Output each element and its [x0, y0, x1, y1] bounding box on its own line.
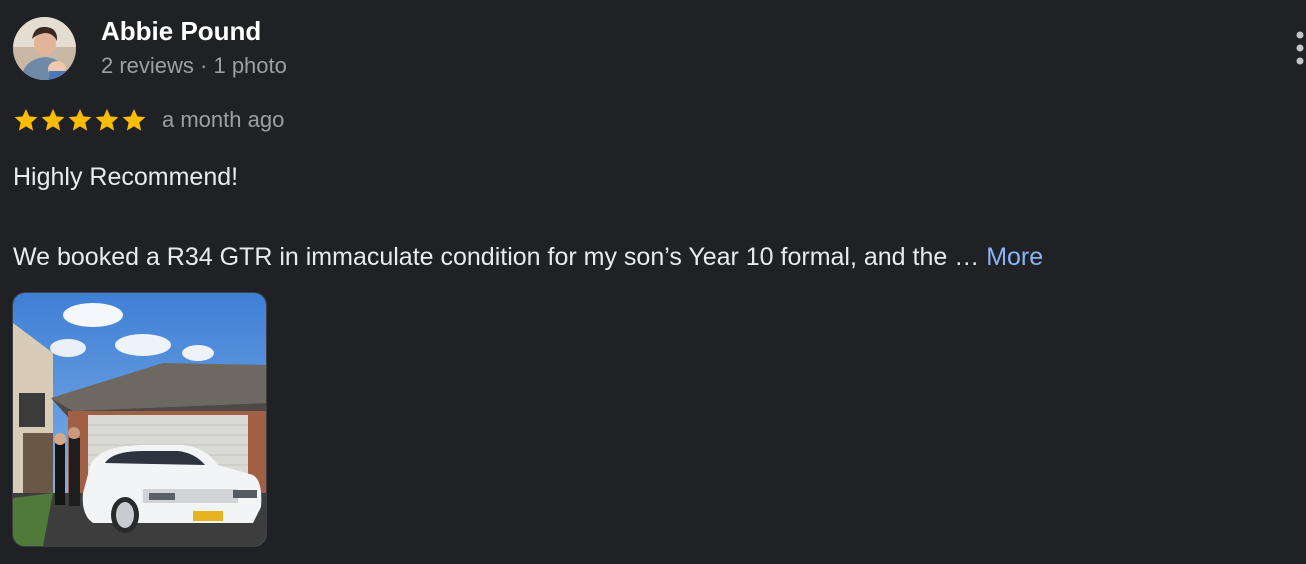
review-card: Abbie Pound 2 reviews · 1 photo a month …: [0, 0, 1306, 564]
car-photo: [13, 293, 266, 546]
review-photo[interactable]: [13, 293, 266, 546]
avatar-photo: [13, 17, 76, 80]
more-options-button[interactable]: [1286, 30, 1306, 70]
reviewer-avatar[interactable]: [13, 17, 76, 80]
star-icon: [68, 108, 92, 131]
star-icon: [14, 108, 38, 131]
review-body: We booked a R34 GTR in immaculate condit…: [13, 243, 1043, 272]
star-icon: [122, 108, 146, 131]
reviewer-name[interactable]: Abbie Pound: [101, 16, 261, 47]
review-text: We booked a R34 GTR in immaculate condit…: [13, 243, 980, 271]
more-link[interactable]: More: [986, 243, 1043, 271]
star-rating: [13, 107, 147, 133]
star-icon: [95, 108, 119, 131]
reviewer-meta: 2 reviews · 1 photo: [101, 53, 287, 78]
review-title: Highly Recommend!: [13, 163, 239, 191]
review-date: a month ago: [162, 107, 285, 132]
rating-row: a month ago: [13, 105, 284, 135]
more-vert-icon: [1296, 31, 1304, 65]
star-icon: [41, 108, 65, 131]
